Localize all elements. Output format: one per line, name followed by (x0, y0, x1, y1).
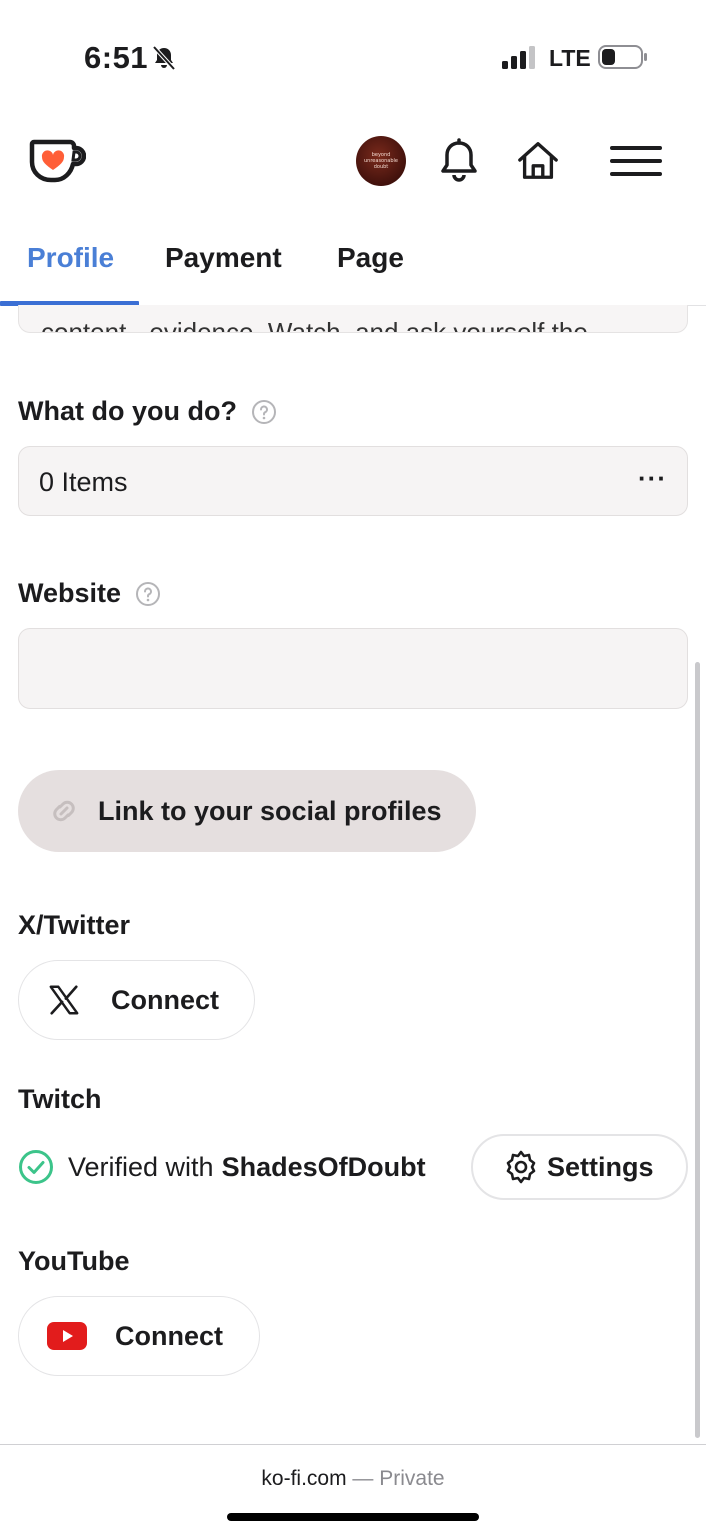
link-social-profiles-label: Link to your social profiles (98, 795, 442, 826)
hamburger-menu-icon[interactable] (610, 145, 662, 177)
twitter-connect-button[interactable]: Connect (18, 960, 255, 1040)
user-avatar[interactable]: beyond unreasonable doubt (356, 136, 406, 186)
link-icon (53, 800, 75, 822)
home-indicator[interactable] (227, 1513, 479, 1521)
tab-page[interactable]: Page (337, 242, 404, 274)
battery-icon (598, 45, 647, 69)
twitch-label: Twitch (18, 1084, 102, 1114)
youtube-connect-label: Connect (115, 1320, 223, 1351)
twitch-settings-button[interactable]: Settings (471, 1134, 688, 1200)
more-options-icon[interactable]: ··· (638, 463, 667, 494)
ko-fi-cup-icon[interactable] (28, 136, 86, 184)
twitter-connect-label: Connect (111, 984, 219, 1015)
page-scrollbar[interactable] (695, 662, 700, 1438)
tab-payment[interactable]: Payment (165, 242, 282, 274)
website-label-text: Website (18, 578, 122, 608)
bell-icon[interactable] (437, 138, 481, 184)
verified-check-icon (19, 1150, 53, 1184)
link-social-profiles-button[interactable]: Link to your social profiles (18, 770, 476, 852)
app-header: beyond unreasonable doubt (0, 118, 706, 208)
url-display[interactable]: ko-fi.com — Private (0, 1467, 706, 1491)
url-domain: ko-fi.com (261, 1467, 347, 1490)
items-count: 0 Items (39, 467, 128, 497)
home-icon[interactable] (516, 138, 560, 184)
bio-text: content - evidence. Watch, and ask yours… (41, 317, 588, 333)
youtube-logo-icon (47, 1322, 87, 1350)
verified-prefix: Verified with (68, 1151, 214, 1182)
status-bar: 6:51 LTE (0, 0, 706, 110)
website-label: Website (18, 578, 161, 609)
x-logo-icon (49, 985, 79, 1015)
help-icon[interactable] (135, 581, 161, 607)
url-separator: — (346, 1467, 380, 1490)
tab-bar: Profile Payment Page (0, 222, 706, 306)
youtube-label: YouTube (18, 1246, 130, 1276)
what-do-you-do-text: What do you do? (18, 396, 237, 426)
network-type: LTE (549, 45, 591, 71)
bio-textarea[interactable]: content - evidence. Watch, and ask yours… (18, 305, 688, 333)
twitch-verified-status: Verified with ShadesOfDoubt (18, 1149, 426, 1185)
youtube-connect-button[interactable]: Connect (18, 1296, 260, 1376)
status-time: 6:51 (84, 40, 149, 75)
private-mode-label: Private (379, 1467, 445, 1490)
tab-profile[interactable]: Profile (27, 242, 114, 274)
what-do-you-do-select[interactable]: 0 Items ··· (18, 446, 688, 516)
gear-icon (506, 1150, 536, 1184)
verified-username: ShadesOfDoubt (221, 1151, 426, 1182)
avatar-text-line: doubt (373, 164, 389, 170)
settings-label: Settings (547, 1151, 654, 1182)
website-input[interactable] (18, 628, 688, 709)
help-icon[interactable] (251, 399, 277, 425)
browser-url-bar[interactable]: ko-fi.com — Private (0, 1444, 706, 1536)
cellular-signal-icon (502, 46, 535, 69)
twitter-label: X/Twitter (18, 910, 131, 940)
what-do-you-do-label: What do you do? (18, 396, 277, 427)
silent-mode-icon (152, 45, 176, 71)
